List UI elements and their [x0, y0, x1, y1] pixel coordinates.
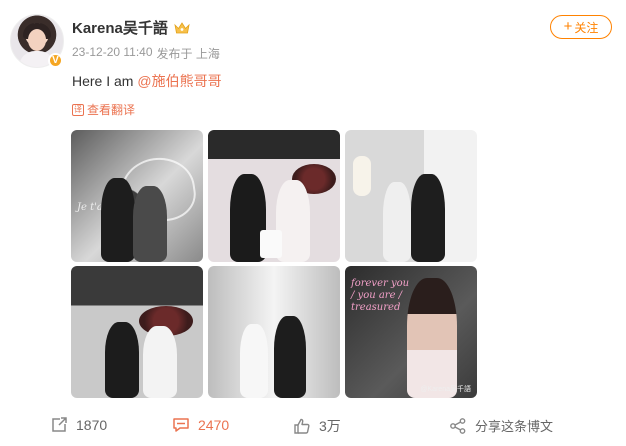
photo-watermark: @Karena吴千語	[420, 386, 471, 393]
author-row: Karena吴千語	[72, 17, 190, 38]
repost-icon	[52, 417, 67, 432]
like-button[interactable]: 3万	[293, 416, 341, 436]
wedding-cake	[260, 230, 282, 258]
photo-5[interactable]	[208, 266, 340, 398]
bride-figure	[133, 186, 167, 262]
photo-2[interactable]	[208, 130, 340, 262]
thumbs-up-icon	[294, 418, 310, 434]
share-label: 分享这条博文	[475, 419, 554, 434]
translate-label: 查看翻译	[87, 103, 136, 117]
translate-icon: 译	[72, 103, 84, 116]
comment-count: 2470	[198, 417, 230, 433]
repost-count: 1870	[76, 417, 108, 433]
avatar-face	[28, 29, 46, 51]
groom-figure	[411, 174, 445, 262]
comment-button[interactable]: 2470	[172, 416, 229, 434]
share-icon	[450, 417, 466, 434]
post-time[interactable]: 23-12-20 11:40	[72, 45, 153, 62]
like-count: 3万	[319, 418, 341, 434]
crown-icon	[174, 21, 190, 33]
bride-figure	[240, 324, 268, 398]
photo-grid: Je t'aime forever you / you are / treasu…	[71, 130, 477, 398]
share-button[interactable]: 分享这条博文	[449, 416, 553, 435]
wall-lamp	[353, 156, 371, 196]
translate-link[interactable]: 译 查看翻译	[72, 101, 135, 118]
weibo-post-card: V Karena吴千語 23-12-20 11:40 发布于 上海 + 关注 H…	[0, 0, 626, 446]
photo-6[interactable]: forever you / you are / treasured @Karen…	[345, 266, 477, 398]
plus-icon: +	[563, 18, 573, 35]
follow-label: 关注	[574, 20, 599, 35]
photo-4[interactable]	[71, 266, 203, 398]
comment-icon	[173, 418, 189, 432]
post-body: Here I am	[72, 73, 138, 89]
bride-figure	[143, 326, 177, 398]
post-text: Here I am @施伯熊哥哥	[72, 71, 222, 91]
bride-figure	[407, 278, 457, 398]
photo-3[interactable]	[345, 130, 477, 262]
groom-figure	[101, 178, 135, 262]
post-location: 发布于 上海	[156, 47, 220, 61]
groom-figure	[274, 316, 306, 398]
neon-text: forever you / you are / treasured	[351, 278, 410, 313]
groom-figure	[105, 322, 139, 398]
verified-badge-icon: V	[48, 53, 63, 68]
post-actions: 1870 2470 3万 分享这条博文	[0, 410, 626, 440]
follow-button[interactable]: + 关注	[550, 15, 612, 39]
bride-figure	[383, 182, 411, 262]
mention-link[interactable]: @施伯熊哥哥	[137, 73, 221, 89]
username[interactable]: Karena吴千語	[72, 17, 168, 38]
photo-1[interactable]: Je t'aime	[71, 130, 203, 262]
repost-button[interactable]: 1870	[50, 416, 107, 434]
post-meta: 23-12-20 11:40 发布于 上海	[72, 45, 220, 62]
